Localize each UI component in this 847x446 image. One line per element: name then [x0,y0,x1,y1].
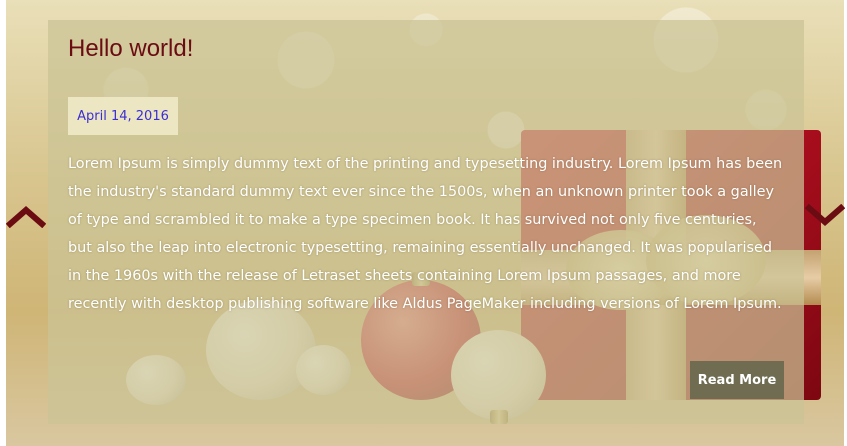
post-title[interactable]: Hello world! [68,35,193,63]
post-date[interactable]: April 14, 2016 [68,97,178,135]
chevron-up-icon [6,206,46,228]
read-more-button[interactable]: Read More [690,361,784,399]
next-slide-button[interactable] [805,204,845,228]
chevron-down-icon [805,204,845,226]
post-card: Hello world! April 14, 2016 Lorem Ipsum … [48,20,804,424]
prev-slide-button[interactable] [6,204,46,228]
post-excerpt: Lorem Ipsum is simply dummy text of the … [68,156,783,312]
